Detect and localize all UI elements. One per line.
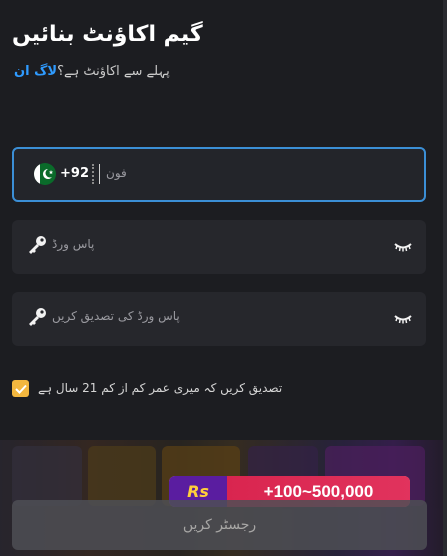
login-prompt-text: پہلے سے اکاؤنٹ ہے؟ [57,64,170,79]
register-button[interactable]: رجسٹر کریں [12,500,427,550]
password-field[interactable]: پاس ورڈ [12,220,426,274]
pakistan-flag-icon [34,163,56,185]
age-checkbox-label: تصدیق کریں کہ میری عمر کم از کم 21 سال ہ… [38,381,283,395]
country-code[interactable]: +92 [60,166,89,181]
divider [92,164,94,184]
page-title: گیم اکاؤنٹ بنائیں [12,22,203,47]
key-icon [26,306,48,332]
phone-placeholder: فون [106,166,127,180]
scrollbar-track [443,0,447,556]
confirm-password-field[interactable]: پاس ورڈ کی تصدیق کریں [12,292,426,346]
confirm-password-placeholder: پاس ورڈ کی تصدیق کریں [52,309,180,323]
key-icon [26,234,48,260]
login-link[interactable]: لاگ ان [14,64,57,79]
checkmark-icon [14,384,27,394]
text-cursor [99,164,100,184]
age-checkbox[interactable] [12,380,29,397]
eye-closed-icon[interactable] [394,238,412,257]
login-prompt: پہلے سے اکاؤنٹ ہے؟لاگ ان [14,64,170,79]
password-placeholder: پاس ورڈ [52,237,95,251]
phone-field[interactable]: +92 فون [12,147,426,202]
eye-closed-icon[interactable] [394,310,412,329]
